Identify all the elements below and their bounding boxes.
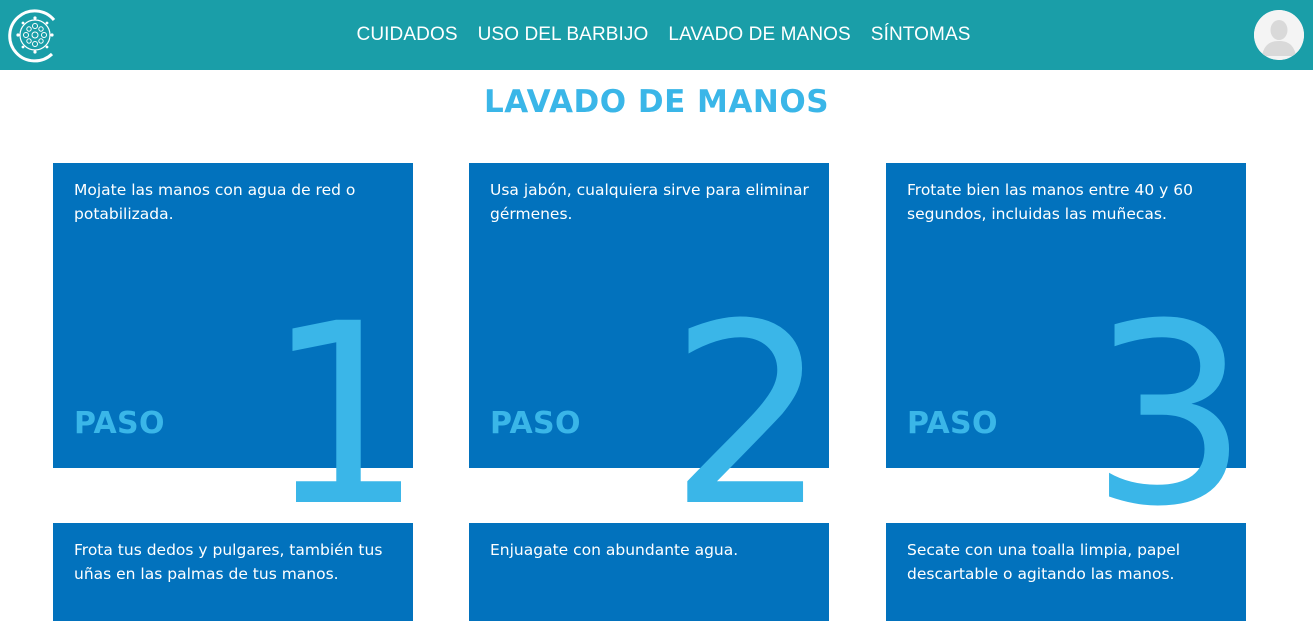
step-label: PASO xyxy=(907,406,998,441)
top-navbar: CUIDADOS USO DEL BARBIJO LAVADO DE MANOS… xyxy=(0,0,1313,70)
step-description: Mojate las manos con agua de red o potab… xyxy=(74,181,356,223)
nav-item-uso-del-barbijo[interactable]: USO DEL BARBIJO xyxy=(478,24,649,46)
page-title: LAVADO DE MANOS xyxy=(483,84,830,120)
nav-item-lavado-de-manos[interactable]: LAVADO DE MANOS xyxy=(668,24,850,46)
main-nav: CUIDADOS USO DEL BARBIJO LAVADO DE MANOS… xyxy=(0,0,1313,70)
step-description: Frotate bien las manos entre 40 y 60 seg… xyxy=(907,181,1193,223)
step-label: PASO xyxy=(490,406,581,441)
step-card-1: Mojate las manos con agua de red o potab… xyxy=(53,163,424,541)
step-card-2: Usa jabón, cualquiera sirve para elimina… xyxy=(469,163,829,541)
step-label: PASO xyxy=(74,406,165,441)
user-avatar-icon[interactable] xyxy=(1254,10,1304,60)
step-number: 1 xyxy=(265,270,425,561)
step-number: 3 xyxy=(1090,270,1250,561)
step-number: 2 xyxy=(669,270,829,561)
step-card-3: Frotate bien las manos entre 40 y 60 seg… xyxy=(886,163,1249,541)
step-description: Usa jabón, cualquiera sirve para elimina… xyxy=(490,181,809,223)
nav-item-sintomas[interactable]: SÍNTOMAS xyxy=(871,24,971,46)
nav-item-cuidados[interactable]: CUIDADOS xyxy=(357,24,458,46)
